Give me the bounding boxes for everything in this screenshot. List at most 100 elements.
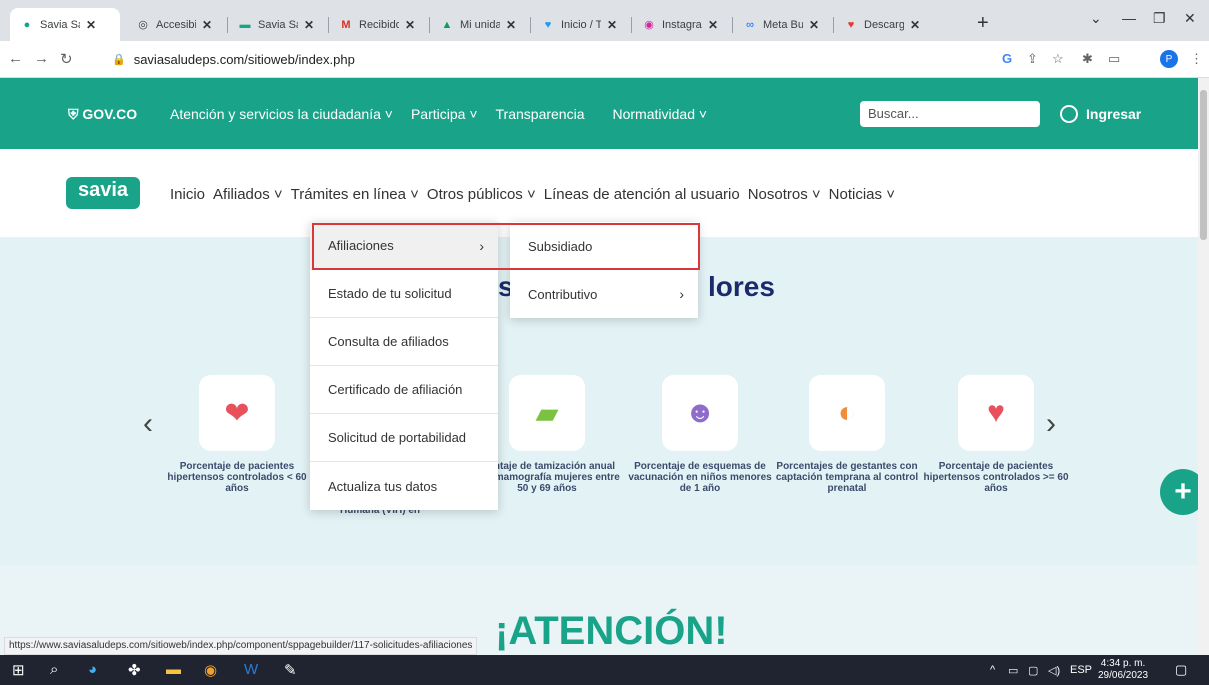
reload-icon[interactable]: ↻: [60, 50, 73, 68]
share-icon[interactable]: ⇪: [1027, 51, 1038, 67]
tab-savia-2[interactable]: ▬ Savia Sal ✕: [228, 8, 328, 41]
scrollbar-thumb[interactable]: [1200, 90, 1207, 240]
dropdown-item-afiliaciones[interactable]: Afiliaciones ›: [310, 222, 498, 270]
app-icon[interactable]: ✤: [128, 661, 141, 679]
instagram-icon: ◉: [644, 19, 654, 31]
stat-card: ◐ Porcentajes de gestantes con captación…: [772, 375, 922, 494]
menu-dots-icon[interactable]: ⋮: [1190, 51, 1203, 67]
stat-card: ☻ Porcentaje de esquemas de vacunación e…: [625, 375, 775, 494]
tab-search-icon[interactable]: ⌄: [1090, 10, 1102, 27]
close-icon[interactable]: ✕: [910, 18, 920, 32]
heart-icon: ♥: [847, 18, 855, 31]
notifications-icon[interactable]: ▢: [1175, 662, 1187, 678]
chevron-right-icon: ›: [679, 286, 684, 302]
tramites-dropdown: Afiliaciones › Estado de tu solicitud Co…: [310, 222, 498, 510]
close-icon[interactable]: ✕: [506, 18, 516, 32]
scrollbar[interactable]: [1198, 78, 1209, 655]
carousel-prev-icon[interactable]: ‹: [143, 407, 153, 441]
close-icon[interactable]: ✕: [405, 18, 415, 32]
tab-drive[interactable]: ▲ Mi unida ✕: [430, 8, 530, 41]
tab-savia-active[interactable]: ● Savia Sal ✕: [10, 8, 120, 41]
nav-afiliados[interactable]: Afiliados ˅: [213, 186, 283, 203]
language-indicator[interactable]: ESP: [1070, 664, 1092, 676]
user-icon: [1060, 105, 1078, 123]
file-explorer-icon[interactable]: ▬: [166, 661, 181, 678]
browser-tab-bar: ● Savia Sal ✕ ◎ Accesibil ✕ ▬ Savia Sal …: [0, 0, 1209, 41]
search-icon[interactable]: ⌕: [50, 661, 58, 678]
gov-logo[interactable]: ⛨ GOV.CO: [68, 106, 137, 123]
nav-inicio[interactable]: Inicio: [170, 186, 205, 203]
submenu-item-contributivo[interactable]: Contributivo ›: [510, 270, 698, 318]
pregnancy-icon: ◐: [809, 375, 885, 451]
battery-icon[interactable]: ▭: [1008, 664, 1018, 677]
submenu-item-subsidiado[interactable]: Subsidiado: [510, 222, 698, 270]
main-nav: Inicio Afiliados ˅ Trámites en línea ˅ O…: [170, 186, 895, 203]
dropdown-item-consulta-afiliados[interactable]: Consulta de afiliados: [310, 318, 498, 366]
windows-taskbar: ⊞ ⌕ ◕ ✤ ▬ ◉ W ✎ ^ ▭ ▢ ◁) ESP 4:34 p. m. …: [0, 655, 1209, 685]
address-bar: ← → ↻ 🔒 saviasaludeps.com/sitioweb/index…: [0, 41, 1209, 78]
gov-menu-transparencia[interactable]: Transparencia: [496, 106, 585, 122]
gov-menu-normatividad[interactable]: Normatividad ˅: [613, 106, 708, 122]
meta-icon: ∞: [746, 18, 754, 31]
drive-icon: ▲: [441, 18, 453, 31]
dropdown-item-portabilidad[interactable]: Solicitud de portabilidad: [310, 414, 498, 462]
edge-icon[interactable]: ◕: [88, 661, 97, 678]
lock-icon: 🔒: [112, 54, 126, 66]
close-icon[interactable]: ✕: [304, 18, 314, 32]
word-icon[interactable]: W: [244, 661, 258, 678]
savia-pin-icon: ●: [23, 18, 31, 31]
dropdown-item-estado-solicitud[interactable]: Estado de tu solicitud: [310, 270, 498, 318]
url-field[interactable]: 🔒 saviasaludeps.com/sitioweb/index.php: [112, 46, 982, 73]
side-panel-icon[interactable]: ▭: [1108, 51, 1120, 67]
paint-icon[interactable]: ✎: [284, 661, 297, 679]
extensions-icon[interactable]: ✱: [1082, 51, 1093, 67]
minimize-button[interactable]: —: [1122, 10, 1136, 26]
shield-icon: ⛨: [68, 106, 79, 122]
nav-nosotros[interactable]: Nosotros ˅: [748, 186, 821, 203]
indicators-heading: lores: [708, 271, 775, 302]
new-tab-button[interactable]: +: [977, 12, 989, 35]
search-input[interactable]: Buscar...: [860, 101, 1040, 127]
close-icon[interactable]: ✕: [202, 18, 212, 32]
close-icon[interactable]: ✕: [607, 18, 617, 32]
tray-chevron-icon[interactable]: ^: [990, 664, 995, 676]
gmail-icon: M: [341, 18, 351, 31]
restore-button[interactable]: ❐: [1153, 10, 1166, 27]
tab-meta[interactable]: ∞ Meta Bu ✕: [733, 8, 833, 41]
gov-menu-atencion[interactable]: Atención y servicios la ciudadanía ˅: [170, 106, 393, 122]
tab-instagram[interactable]: ◉ Instagrar ✕: [632, 8, 732, 41]
heart-stethoscope-icon: ♥: [958, 375, 1034, 451]
windows-start-icon[interactable]: ⊞: [12, 661, 25, 679]
tab-accesibilidad[interactable]: ◎ Accesibil ✕: [126, 8, 226, 41]
globe-icon: ◎: [138, 19, 148, 31]
back-icon[interactable]: ←: [8, 50, 23, 67]
dropdown-item-actualiza-datos[interactable]: Actualiza tus datos: [310, 462, 498, 510]
close-icon[interactable]: ✕: [809, 18, 819, 32]
stat-card: ❤ Porcentaje de pacientes hipertensos co…: [162, 375, 312, 494]
clock[interactable]: 4:34 p. m. 29/06/2023: [1098, 658, 1148, 682]
nav-lineas-atencion[interactable]: Líneas de atención al usuario: [544, 186, 740, 203]
nav-noticias[interactable]: Noticias ˅: [829, 186, 895, 203]
tab-gmail[interactable]: M Recibido ✕: [329, 8, 429, 41]
network-icon[interactable]: ▢: [1028, 664, 1038, 677]
close-icon[interactable]: ✕: [708, 18, 718, 32]
bookmark-star-icon[interactable]: ☆: [1052, 51, 1064, 67]
savia-logo-icon: ▬: [239, 18, 251, 31]
gov-menu: Atención y servicios la ciudadanía ˅ Par…: [170, 106, 707, 122]
chrome-icon[interactable]: ◉: [204, 661, 217, 679]
login-button[interactable]: Ingresar: [1060, 105, 1141, 123]
close-window-button[interactable]: ✕: [1184, 10, 1196, 27]
google-translate-icon[interactable]: G: [1002, 51, 1012, 66]
forward-icon[interactable]: →: [34, 50, 49, 67]
afiliaciones-submenu: Subsidiado Contributivo ›: [510, 222, 698, 318]
nav-tramites[interactable]: Trámites en línea ˅: [291, 186, 419, 203]
gov-menu-participa[interactable]: Participa ˅: [411, 106, 478, 122]
profile-avatar[interactable]: P: [1160, 50, 1178, 68]
tab-twitter[interactable]: ♥ Inicio / T ✕: [531, 8, 631, 41]
dropdown-item-certificado[interactable]: Certificado de afiliación: [310, 366, 498, 414]
volume-icon[interactable]: ◁): [1048, 664, 1060, 677]
close-icon[interactable]: ✕: [86, 18, 96, 32]
stat-card: ♥ Porcentaje de pacientes hipertensos co…: [921, 375, 1071, 494]
nav-otros-publicos[interactable]: Otros públicos ˅: [427, 186, 536, 203]
tab-descargas[interactable]: ♥ Descarga ✕: [834, 8, 954, 41]
